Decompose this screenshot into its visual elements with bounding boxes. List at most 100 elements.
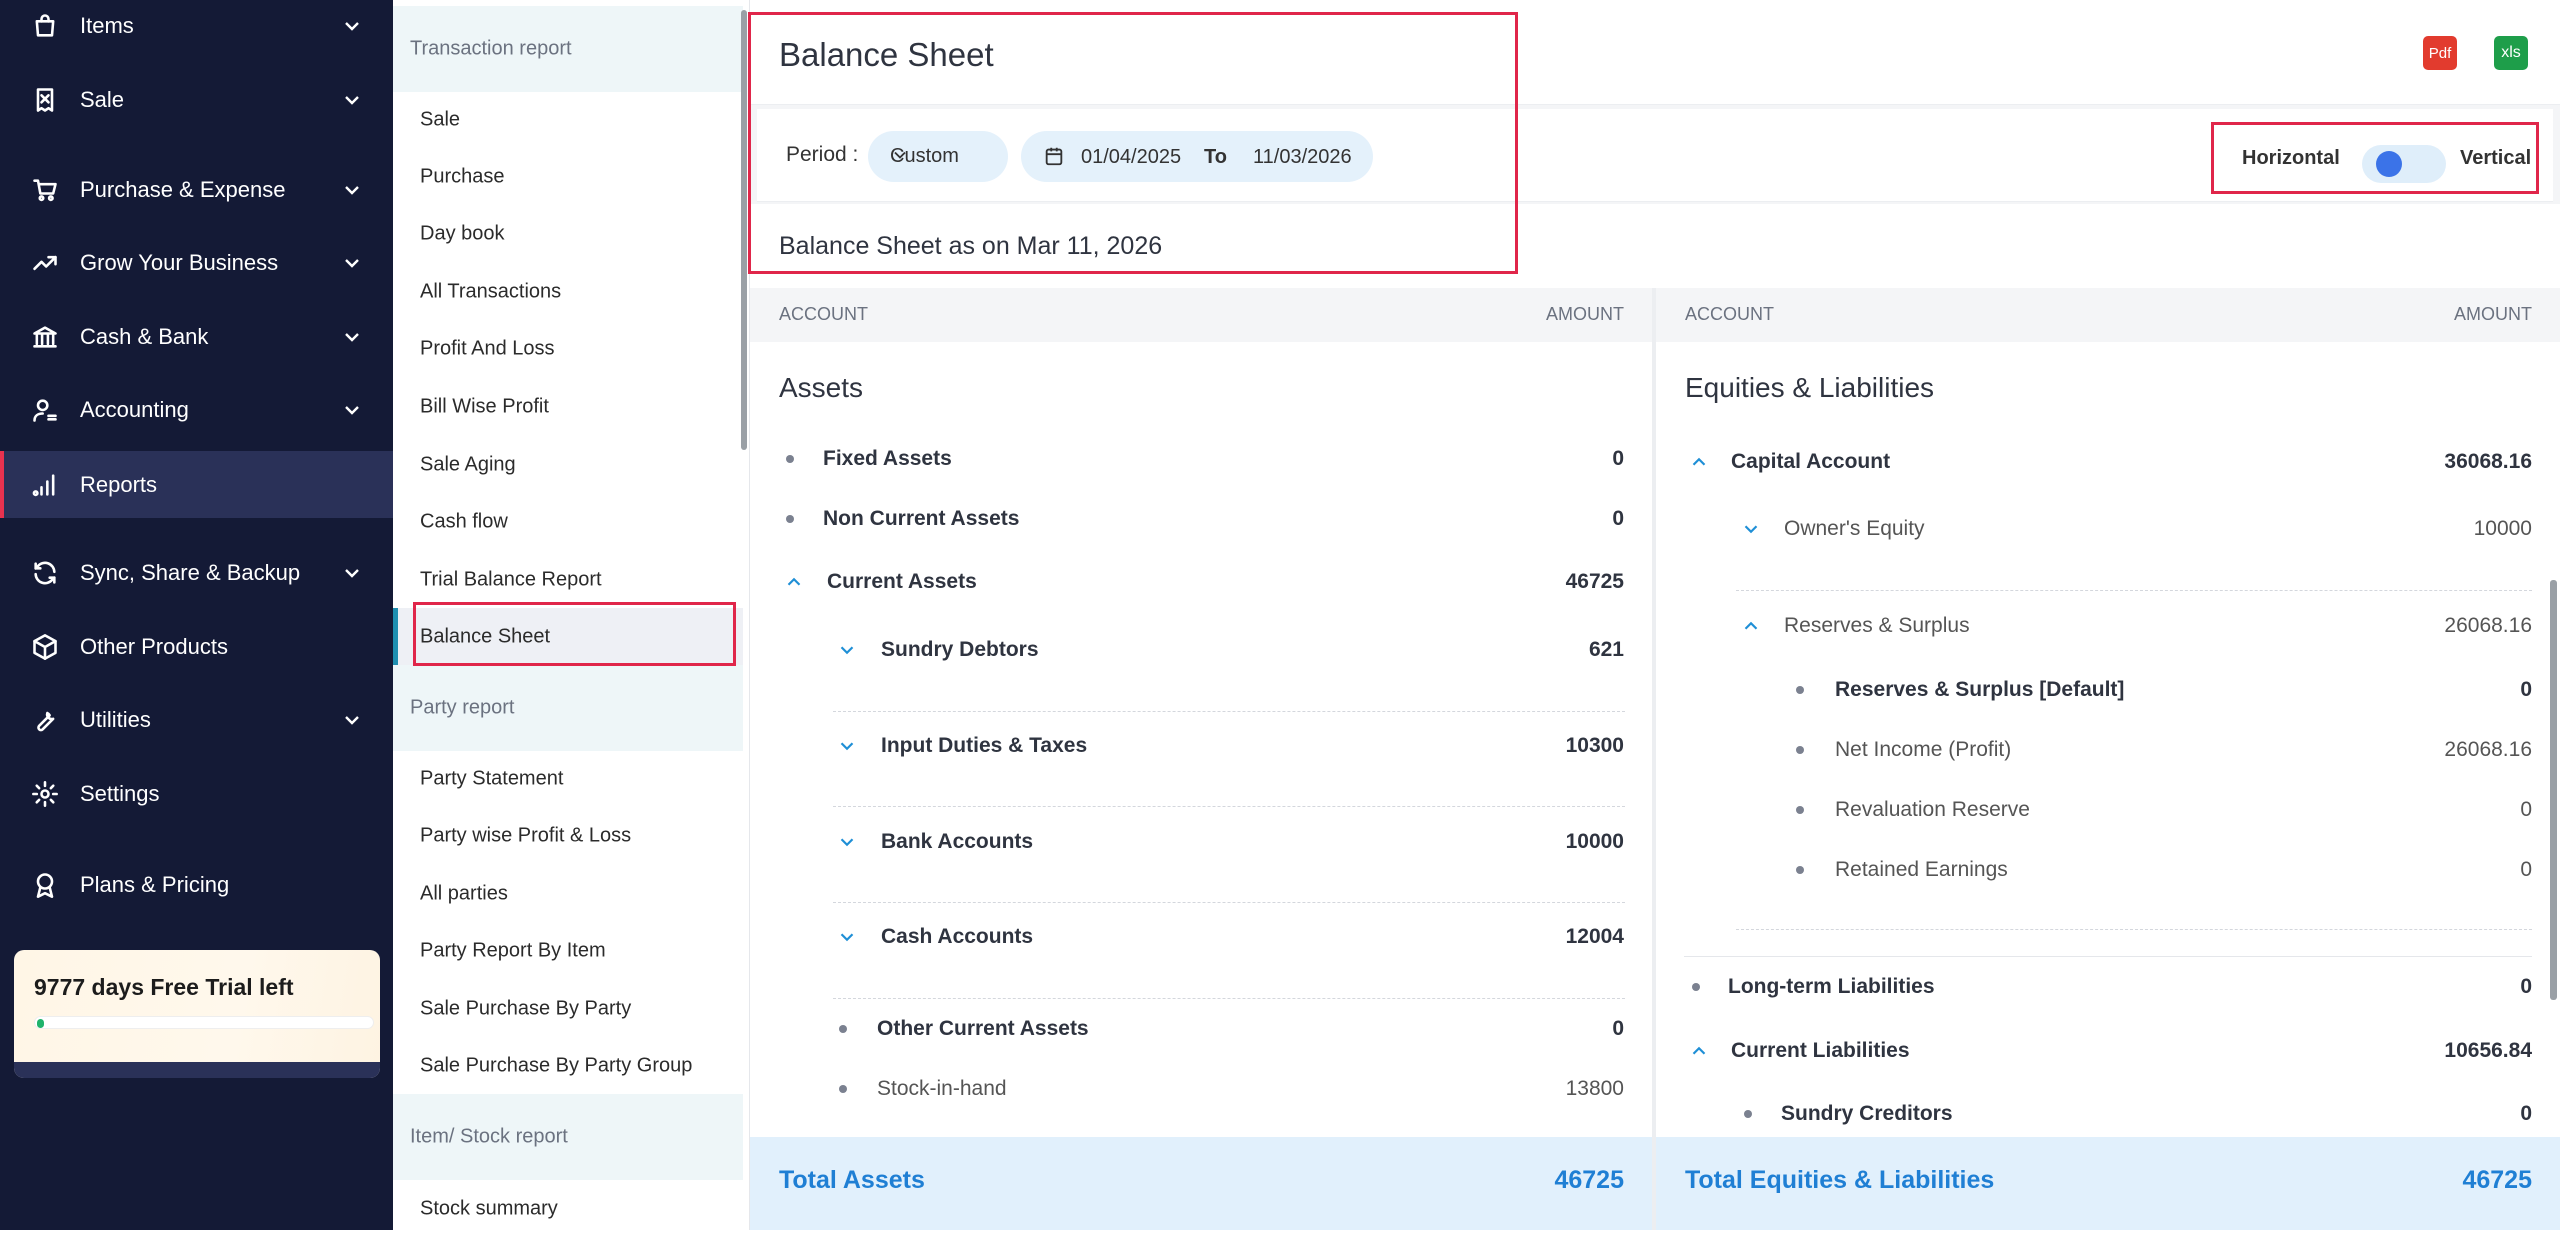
chevron-down-icon[interactable] bbox=[1740, 518, 1762, 540]
table-row[interactable]: Cash Accounts 12004 bbox=[750, 912, 1652, 962]
box-icon bbox=[30, 632, 60, 662]
chevron-down-icon[interactable] bbox=[836, 926, 858, 948]
row-divider bbox=[833, 806, 1625, 807]
report-item-sale-purchase-by-party[interactable]: Sale Purchase By Party bbox=[393, 980, 743, 1037]
export-pdf-button[interactable]: Pdf bbox=[2423, 36, 2457, 70]
report-item-purchase[interactable]: Purchase bbox=[393, 148, 743, 205]
report-item-profit-and-loss[interactable]: Profit And Loss bbox=[393, 320, 743, 377]
title-bar: Balance Sheet Pdf xls bbox=[750, 0, 2560, 105]
chevron-up-icon[interactable] bbox=[1688, 451, 1710, 473]
main-scrollbar[interactable] bbox=[2550, 580, 2557, 1000]
sidebar-item-grow-business[interactable]: Grow Your Business bbox=[0, 231, 393, 295]
chevron-down-icon[interactable] bbox=[836, 831, 858, 853]
report-item-party-wise-profit-loss[interactable]: Party wise Profit & Loss bbox=[393, 807, 743, 864]
header-account: ACCOUNT bbox=[779, 304, 868, 324]
report-item-sale-aging[interactable]: Sale Aging bbox=[393, 436, 743, 493]
liabilities-table-header: ACCOUNT AMOUNT bbox=[1656, 288, 2560, 342]
sidebar-item-utilities[interactable]: Utilities bbox=[0, 688, 393, 752]
sidebar-item-reports[interactable]: Reports bbox=[0, 451, 393, 518]
assets-table: ACCOUNT AMOUNT Assets Fixed Assets 0 Non… bbox=[750, 288, 1652, 1230]
chevron-down-icon bbox=[340, 178, 364, 202]
total-assets-label: Total Assets bbox=[779, 1166, 925, 1194]
sidebar-item-accounting[interactable]: Accounting bbox=[0, 378, 393, 442]
date-to-label: To bbox=[1204, 146, 1227, 168]
sidebar-item-label: Cash & Bank bbox=[80, 324, 209, 349]
chevron-up-icon[interactable] bbox=[1740, 615, 1762, 637]
table-row[interactable]: Capital Account 36068.16 bbox=[1656, 437, 2560, 487]
sidebar-item-label: Accounting bbox=[80, 397, 189, 422]
sidebar-item-other-products[interactable]: Other Products bbox=[0, 615, 393, 679]
balance-sheet-date-heading: Balance Sheet as on Mar 11, 2026 bbox=[779, 232, 1163, 260]
main-sidebar: Items Sale Purchase & Expense Grow Your … bbox=[0, 0, 393, 1230]
table-row[interactable]: Current Assets 46725 bbox=[750, 557, 1652, 607]
table-row[interactable]: Reserves & Surplus 26068.16 bbox=[1656, 601, 2560, 651]
sidebar-item-sale[interactable]: Sale bbox=[0, 68, 393, 132]
chevron-down-icon bbox=[340, 325, 364, 349]
layout-toggle-group: Horizontal Vertical bbox=[2218, 123, 2546, 192]
bullet-icon bbox=[839, 1025, 847, 1033]
sidebar-item-sync-share-backup[interactable]: Sync, Share & Backup bbox=[0, 541, 393, 605]
period-dropdown[interactable]: Custom bbox=[868, 131, 1008, 182]
export-xls-button[interactable]: xls bbox=[2494, 36, 2528, 70]
bullet-icon bbox=[1796, 866, 1804, 874]
report-item-balance-sheet[interactable]: Balance Sheet bbox=[393, 608, 743, 665]
chevron-up-icon[interactable] bbox=[1688, 1040, 1710, 1062]
chevron-down-icon bbox=[340, 398, 364, 422]
layout-toggle-switch[interactable] bbox=[2362, 145, 2446, 183]
table-row: Non Current Assets 0 bbox=[750, 494, 1652, 544]
liabilities-total-bar: Total Equities & Liabilities 46725 bbox=[1656, 1137, 2560, 1230]
badge-icon bbox=[30, 870, 60, 900]
sidebar-item-plans-pricing[interactable]: Plans & Pricing bbox=[0, 853, 393, 917]
chevron-down-icon[interactable] bbox=[836, 735, 858, 757]
table-row: Reserves & Surplus [Default] 0 bbox=[1656, 665, 2560, 715]
table-row: Retained Earnings 0 bbox=[1656, 845, 2560, 895]
report-item-trial-balance[interactable]: Trial Balance Report bbox=[393, 551, 743, 608]
report-item-cash-flow[interactable]: Cash flow bbox=[393, 493, 743, 550]
row-divider bbox=[833, 902, 1625, 903]
table-row: Net Income (Profit) 26068.16 bbox=[1656, 725, 2560, 775]
total-liabilities-label: Total Equities & Liabilities bbox=[1685, 1166, 1995, 1194]
chevron-down-icon[interactable] bbox=[836, 639, 858, 661]
sidebar-item-label: Purchase & Expense bbox=[80, 177, 286, 202]
sidebar-item-label: Items bbox=[80, 13, 134, 38]
table-row: Sundry Creditors 0 bbox=[1656, 1089, 2560, 1139]
report-item-party-statement[interactable]: Party Statement bbox=[393, 750, 743, 807]
section-party-report: Party report bbox=[393, 665, 743, 751]
main-content: Balance Sheet Pdf xls Period : Custom 01… bbox=[748, 0, 2560, 1230]
report-item-day-book[interactable]: Day book bbox=[393, 205, 743, 262]
row-divider bbox=[833, 998, 1625, 999]
sidebar-item-items[interactable]: Items bbox=[0, 0, 393, 58]
trend-up-icon bbox=[30, 248, 60, 278]
liabilities-table: ACCOUNT AMOUNT Equities & Liabilities Ca… bbox=[1656, 288, 2560, 1230]
table-row[interactable]: Owner's Equity 10000 bbox=[1656, 504, 2560, 554]
date-to: 11/03/2026 bbox=[1253, 146, 1352, 168]
report-item-bill-wise-profit[interactable]: Bill Wise Profit bbox=[393, 378, 743, 435]
layout-horizontal-label: Horizontal bbox=[2242, 147, 2340, 169]
table-row[interactable]: Input Duties & Taxes 10300 bbox=[750, 721, 1652, 771]
total-liabilities-value: 46725 bbox=[2462, 1166, 2532, 1194]
table-row[interactable]: Current Liabilities 10656.84 bbox=[1656, 1026, 2560, 1076]
trial-days-text: 9777 days Free Trial left bbox=[34, 974, 294, 1000]
report-item-stock-summary[interactable]: Stock summary bbox=[393, 1180, 743, 1237]
table-row[interactable]: Sundry Debtors 621 bbox=[750, 625, 1652, 675]
bullet-icon bbox=[1796, 746, 1804, 754]
report-item-sale[interactable]: Sale bbox=[393, 91, 743, 148]
chevron-up-icon[interactable] bbox=[783, 571, 805, 593]
sidebar-item-cash-bank[interactable]: Cash & Bank bbox=[0, 305, 393, 369]
report-panel-scrollbar[interactable] bbox=[741, 10, 747, 450]
chevron-down-icon bbox=[340, 14, 364, 38]
assets-total-bar: Total Assets 46725 bbox=[750, 1137, 1652, 1230]
report-item-party-report-by-item[interactable]: Party Report By Item bbox=[393, 922, 743, 979]
sidebar-item-settings[interactable]: Settings bbox=[0, 762, 393, 826]
receipt-icon bbox=[30, 85, 60, 115]
chevron-down-icon bbox=[340, 561, 364, 585]
trial-card[interactable]: 9777 days Free Trial left bbox=[14, 950, 380, 1078]
sidebar-item-label: Utilities bbox=[80, 707, 151, 732]
date-range-picker[interactable]: 01/04/2025 To 11/03/2026 bbox=[1021, 131, 1373, 182]
table-row[interactable]: Bank Accounts 10000 bbox=[750, 817, 1652, 867]
report-item-all-parties[interactable]: All parties bbox=[393, 865, 743, 922]
wrench-icon bbox=[30, 705, 60, 735]
report-item-all-transactions[interactable]: All Transactions bbox=[393, 263, 743, 320]
sidebar-item-purchase-expense[interactable]: Purchase & Expense bbox=[0, 158, 393, 222]
report-item-sale-purchase-by-party-group[interactable]: Sale Purchase By Party Group bbox=[393, 1037, 743, 1094]
